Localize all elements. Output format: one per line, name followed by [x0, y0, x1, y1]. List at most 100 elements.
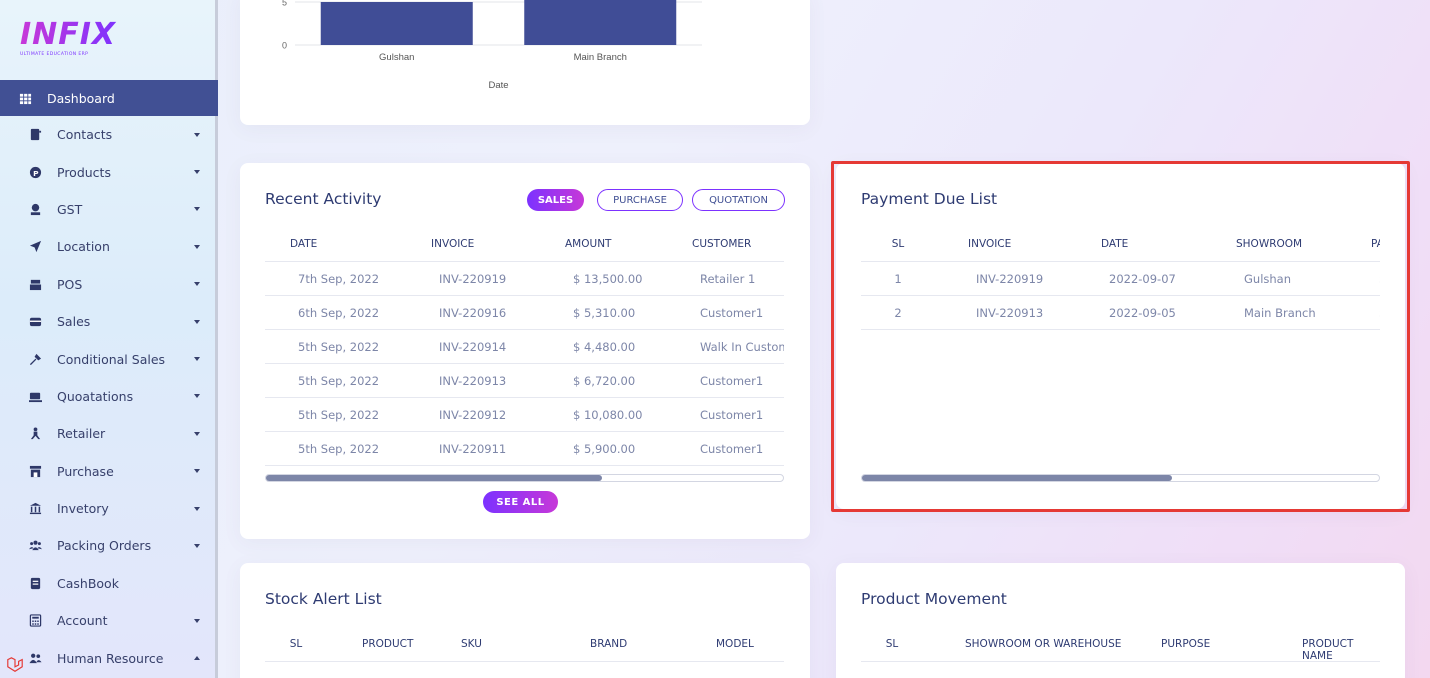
column-header[interactable]: SHOWROOM OR WAREHOUSE — [965, 638, 1121, 650]
table-cell: INV-220912 — [439, 408, 507, 422]
column-header[interactable]: SKU — [461, 638, 482, 650]
chevron-down-icon[interactable] — [194, 469, 200, 474]
sidebar-item-label: Retailer — [57, 426, 106, 442]
tab-quotation[interactable]: QUOTATION — [692, 189, 785, 211]
sidebar-item-cashbook[interactable]: CashBook — [0, 565, 218, 602]
payment-due-scrollbar[interactable] — [861, 474, 1380, 482]
table-cell: INV-220919 — [976, 272, 1044, 286]
laravel-icon[interactable] — [6, 656, 24, 674]
scrollbar-thumb[interactable] — [862, 475, 1173, 481]
table-row[interactable]: 5th Sep, 2022 INV-220911 $ 5,900.00 Custome… — [265, 432, 784, 466]
row-divider — [265, 465, 784, 466]
table-cell: $ 10,080.00 — [573, 408, 643, 422]
chevron-down-icon[interactable] — [194, 207, 200, 212]
table-row[interactable]: 5th Sep, 2022 INV-220912 $ 10,080.00 Custom… — [265, 398, 784, 432]
chevron-down-icon[interactable] — [194, 431, 200, 436]
stock-alert-card: Stock Alert List SL PRODUCT SKU BRAND MODEL — [240, 563, 810, 678]
chevron-down-icon[interactable] — [194, 170, 200, 175]
svg-text:P: P — [33, 168, 39, 177]
table-row[interactable]: 5th Sep, 2022 INV-220914 $ 4,480.00 Walk In… — [265, 330, 784, 364]
chevron-down-icon[interactable] — [194, 394, 200, 399]
table-cell: 2022-09-05 — [1109, 306, 1176, 320]
gst-icon — [28, 202, 42, 216]
tab-sales[interactable]: SALES — [527, 189, 584, 211]
payment-due-card: Payment Due List SLINVOICEDATESHOWROOMPA… — [836, 163, 1405, 509]
header-divider — [265, 661, 784, 662]
tab-purchase[interactable]: PURCHASE — [597, 189, 683, 211]
table-cell: $ 5,310.00 — [573, 306, 636, 320]
table-cell: $ — [1379, 306, 1380, 320]
table-cell: INV-220919 — [439, 272, 507, 286]
table-cell: 2022-09-07 — [1109, 272, 1176, 286]
chevron-down-icon[interactable] — [194, 282, 200, 287]
recent-activity-card: Recent Activity SALES PURCHASE QUOTATION… — [240, 163, 810, 539]
sidebar-item-label: CashBook — [57, 575, 119, 591]
sidebar-item-pos[interactable]: POS — [0, 266, 218, 303]
sidebar-nav: Dashboard Contacts P Products GST Location POS… — [0, 80, 218, 677]
table-cell: $ 6,720.00 — [573, 374, 636, 388]
column-header[interactable]: DATE — [1101, 238, 1128, 250]
chevron-down-icon[interactable] — [194, 132, 200, 137]
table-cell: 7th Sep, 2022 — [298, 272, 380, 286]
chevron-down-icon[interactable] — [194, 506, 200, 511]
column-header[interactable]: INVOICE — [968, 238, 1011, 250]
table-row[interactable]: 2INV-2209132022-09-05Main Branch$ — [861, 296, 1380, 330]
column-header[interactable]: PRODUCT NAME — [1302, 638, 1380, 662]
chevron-down-icon[interactable] — [194, 618, 200, 623]
sidebar-item-human-resource[interactable]: Human Resource — [0, 639, 218, 676]
recent-activity-scrollbar[interactable] — [265, 474, 784, 482]
chevron-down-icon[interactable] — [194, 319, 200, 324]
table-row[interactable]: 5th Sep, 2022 INV-220913 $ 6,720.00 Custome… — [265, 364, 784, 398]
sidebar-item-contacts[interactable]: Contacts — [0, 116, 218, 153]
sidebar-item-label: Conditional Sales — [57, 351, 166, 367]
sidebar-item-packing-orders[interactable]: Packing Orders — [0, 527, 218, 564]
sidebar-item-label: Quoatations — [57, 388, 134, 404]
brand-logo[interactable]: INFIX ULTIMATE EDUCATION ERP — [20, 20, 120, 62]
column-header[interactable]: AMOUNT — [565, 238, 611, 250]
sidebar-item-location[interactable]: Location — [0, 228, 218, 265]
sidebar-item-invetory[interactable]: Invetory — [0, 490, 218, 527]
sidebar-item-account[interactable]: Account — [0, 602, 218, 639]
sidebar-item-quoatations[interactable]: Quoatations — [0, 378, 218, 415]
sidebar-item-gst[interactable]: GST — [0, 191, 218, 228]
sales-icon — [28, 315, 42, 329]
users-icon — [28, 539, 42, 553]
column-header[interactable]: BRAND — [590, 638, 627, 650]
sidebar-item-dashboard[interactable]: Dashboard — [0, 80, 218, 116]
sidebar-item-products[interactable]: P Products — [0, 153, 218, 190]
sidebar-item-purchase[interactable]: Purchase — [0, 453, 218, 490]
table-row[interactable]: 1INV-2209192022-09-07Gulshan$ — [861, 262, 1380, 296]
chevron-down-icon[interactable] — [194, 244, 200, 249]
column-header[interactable]: DATE — [290, 238, 317, 250]
column-header[interactable]: PURPOSE — [1161, 638, 1210, 650]
x-tick-label: Main Branch — [574, 52, 627, 63]
column-header[interactable]: SHOWROOM — [1236, 238, 1302, 250]
sidebar-item-sales[interactable]: Sales — [0, 303, 218, 340]
logo-tagline: ULTIMATE EDUCATION ERP — [20, 52, 89, 57]
sidebar-item-label: Purchase — [57, 463, 114, 479]
column-header[interactable]: PAYMENT — [1371, 238, 1380, 250]
chevron-down-icon[interactable] — [194, 357, 200, 362]
column-header[interactable]: CUSTOMER — [692, 238, 751, 250]
table-cell: $ 5,900.00 — [573, 442, 636, 456]
see-all-button[interactable]: SEE ALL — [483, 491, 558, 513]
column-header[interactable]: MODEL — [716, 638, 754, 650]
column-header[interactable]: PRODUCT — [362, 638, 413, 650]
table-row[interactable]: 6th Sep, 2022 INV-220916 $ 5,310.00 Custome… — [265, 296, 784, 330]
payment-due-table: SLINVOICEDATESHOWROOMPAYMENT1INV-2209192… — [861, 228, 1380, 338]
column-header[interactable]: INVOICE — [431, 238, 474, 250]
scrollbar-thumb[interactable] — [266, 475, 603, 481]
product-movement-card: Product Movement SL SHOWROOM OR WAREHOUSE… — [836, 563, 1405, 678]
table-row[interactable]: 7th Sep, 2022 INV-220919 $ 13,500.00 Retail… — [265, 262, 784, 296]
sidebar-item-retailer[interactable]: Retailer — [0, 415, 218, 452]
grid-icon — [18, 91, 32, 105]
chevron-down-icon[interactable] — [194, 543, 200, 548]
sidebar-item-label: Contacts — [57, 127, 113, 143]
contact-book-icon — [28, 128, 42, 142]
product-movement-title: Product Movement — [861, 590, 1007, 608]
table-cell: Gulshan — [1244, 272, 1292, 286]
x-axis-label: Date — [488, 80, 508, 91]
table-cell: INV-220914 — [439, 340, 507, 354]
sidebar-item-conditional-sales[interactable]: Conditional Sales — [0, 340, 218, 377]
chevron-up-icon[interactable] — [194, 656, 200, 661]
